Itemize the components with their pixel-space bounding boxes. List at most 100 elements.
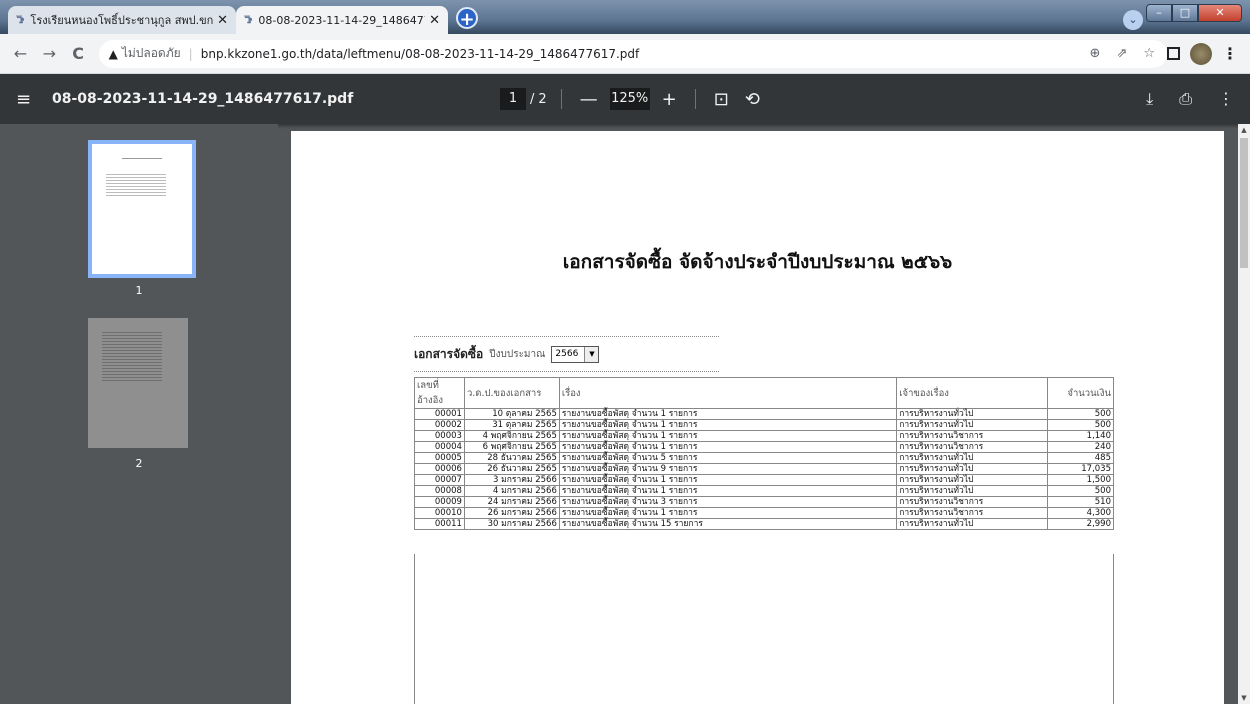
share-icon[interactable]: ⇗ <box>1116 46 1127 61</box>
cell-owner: การบริหารงานทั่วไป <box>896 419 1049 431</box>
cell-amount: 1,140 <box>1047 430 1114 442</box>
cell-date: 26 ธันวาคม 2565 <box>463 463 560 475</box>
thumbnail-label-1: 1 <box>135 284 143 297</box>
cell-owner: การบริหารงานวิชาการ <box>896 441 1049 453</box>
url-text[interactable]: bnp.kkzone1.go.th/data/leftmenu/08-08-20… <box>201 47 640 61</box>
close-tab-icon[interactable]: ✕ <box>429 13 440 28</box>
zoom-icon[interactable]: ⊕ <box>1090 46 1101 61</box>
back-icon[interactable]: ← <box>6 44 35 63</box>
tab-school-site[interactable]: ꔥ โรงเรียนหนองโพธิ์ประชานุกูล สพป.ขก. ✕ <box>8 6 236 34</box>
cell-amount: 17,035 <box>1047 463 1114 475</box>
close-tab-icon[interactable]: ✕ <box>217 13 228 28</box>
school-favicon-icon: ꔥ <box>244 14 253 26</box>
thumbnail-table <box>106 174 166 198</box>
thumbnail-line <box>122 158 162 159</box>
cell-date: 31 ตุลาคม 2565 <box>463 419 560 431</box>
scrollbar[interactable]: ▲ ▼ <box>1238 124 1250 704</box>
warning-icon[interactable]: ▲ <box>109 47 118 61</box>
page-thumbnail-2[interactable] <box>88 318 188 448</box>
header-owner: เจ้าของเรื่อง <box>896 377 1049 409</box>
table-row: 00009 24 มกราคม 2566 รายงานขอซื้อพัสดุ จำน… <box>414 496 1114 508</box>
menu-icon[interactable]: ≡ <box>16 89 52 110</box>
divider <box>560 89 562 109</box>
cell-date: 30 มกราคม 2566 <box>463 518 560 530</box>
window-controls: – □ ✕ <box>1146 4 1242 22</box>
cell-amount: 1,500 <box>1047 474 1114 486</box>
cell-owner: การบริหารงานทั่วไป <box>896 463 1049 475</box>
table-row: 00010 26 มกราคม 2566 รายงานขอซื้อพัสดุ จำน… <box>414 507 1114 519</box>
minimize-button[interactable]: – <box>1146 4 1172 22</box>
cell-owner: การบริหารงานวิชาการ <box>896 507 1049 519</box>
forward-icon[interactable]: → <box>35 44 64 63</box>
zoom-in-button[interactable]: + <box>662 89 677 110</box>
cell-ref: 00002 <box>414 419 465 431</box>
table-row: 00001 10 ตุลาคม 2565 รายงานขอซื้อพัสดุ จำน… <box>414 408 1114 420</box>
table-row: 00007 3 มกราคม 2566 รายงานขอซื้อพัสดุ จำนว… <box>414 474 1114 486</box>
cell-subject: รายงานขอซื้อพัสดุ จำนวน 5 รายการ <box>558 452 898 464</box>
new-tab-button[interactable]: + <box>456 7 478 30</box>
browser-menu-icon[interactable]: ⋮ <box>1222 44 1238 63</box>
scroll-down-icon[interactable]: ▼ <box>1238 694 1250 702</box>
tab-pdf[interactable]: ꔥ 08-08-2023-11-14-29_14864776 ✕ <box>236 6 448 34</box>
fit-page-icon[interactable]: ⊡ <box>714 89 729 110</box>
side-panel-icon[interactable] <box>1167 47 1181 60</box>
cell-date: 4 มกราคม 2566 <box>463 485 560 497</box>
table-row: 00004 6 พฤศจิกายน 2565 รายงานขอซื้อพัสดุ จ… <box>414 441 1114 453</box>
table-row: 00008 4 มกราคม 2566 รายงานขอซื้อพัสดุ จำนว… <box>414 485 1114 497</box>
table-row: 00003 4 พฤศจิกายน 2565 รายงานขอซื้อพัสดุ จ… <box>414 430 1114 442</box>
page-number-input[interactable]: 1 <box>500 88 526 110</box>
cell-subject: รายงานขอซื้อพัสดุ จำนวน 1 รายการ <box>558 419 898 431</box>
cell-owner: การบริหารงานทั่วไป <box>896 452 1049 464</box>
scroll-up-icon[interactable]: ▲ <box>1238 126 1250 134</box>
thumbnail-table <box>102 332 162 382</box>
pdf-actions: ⤓ ⎙ ⋮ <box>1146 89 1234 109</box>
address-bar[interactable]: ▲ ไม่ปลอดภัย | bnp.kkzone1.go.th/data/le… <box>98 39 1168 68</box>
zoom-out-button[interactable]: — <box>580 89 598 110</box>
print-icon[interactable]: ⎙ <box>1179 89 1192 109</box>
pdf-page: เอกสารจัดซื้อ จัดจ้างประจำปีงบประมาณ ๒๕๖… <box>291 131 1224 704</box>
total-pages: 2 <box>538 91 547 107</box>
reload-icon[interactable]: C <box>64 44 93 63</box>
table-header-row: เลขที่อ้างอิง ว.ด.ป.ของเอกสาร เรื่อง เจ้… <box>414 377 1114 409</box>
table-empty-area <box>414 554 1114 704</box>
close-window-button[interactable]: ✕ <box>1198 4 1242 22</box>
zoom-input[interactable]: 125% <box>609 88 650 110</box>
star-icon[interactable]: ☆ <box>1143 46 1155 61</box>
header-date: ว.ด.ป.ของเอกสาร <box>463 377 560 409</box>
cell-owner: การบริหารงานทั่วไป <box>896 474 1049 486</box>
cell-ref: 00009 <box>414 496 465 508</box>
cell-amount: 500 <box>1047 408 1114 420</box>
tab-strip: ꔥ โรงเรียนหนองโพธิ์ประชานุกูล สพป.ขก. ✕ … <box>0 0 1250 34</box>
year-label: ปีงบประมาณ <box>489 348 546 360</box>
chevron-down-icon[interactable]: ⌄ <box>1123 10 1143 30</box>
cell-date: 26 มกราคม 2566 <box>463 507 560 519</box>
cell-ref: 00008 <box>414 485 465 497</box>
table-row: 00006 26 ธันวาคม 2565 รายงานขอซื้อพัสดุ จำ… <box>414 463 1114 475</box>
cell-subject: รายงานขอซื้อพัสดุ จำนวน 1 รายการ <box>558 430 898 442</box>
cell-owner: การบริหารงานทั่วไป <box>896 485 1049 497</box>
page-thumbnail-1[interactable] <box>88 140 196 278</box>
procurement-table: เลขที่อ้างอิง ว.ด.ป.ของเอกสาร เรื่อง เจ้… <box>414 377 1114 530</box>
cell-owner: การบริหารงานวิชาการ <box>896 430 1049 442</box>
avatar[interactable] <box>1190 42 1213 65</box>
toolbar-right: ⋮ <box>1167 42 1250 65</box>
page-separator: / <box>530 91 535 107</box>
more-options-icon[interactable]: ⋮ <box>1218 89 1234 109</box>
cell-date: 3 มกราคม 2566 <box>463 474 560 486</box>
pdf-toolbar: ≡ 08-08-2023-11-14-29_1486477617.pdf 1 /… <box>0 74 1250 124</box>
download-icon[interactable]: ⤓ <box>1146 89 1153 109</box>
security-status[interactable]: ไม่ปลอดภัย <box>122 44 181 63</box>
header-ref: เลขที่อ้างอิง <box>414 377 465 409</box>
maximize-button[interactable]: □ <box>1172 4 1198 22</box>
year-select[interactable]: 2566 ▼ <box>551 345 600 363</box>
rotate-icon[interactable]: ⟲ <box>745 89 760 110</box>
header-amount: จำนวนเงิน <box>1047 377 1114 409</box>
scrollbar-thumb[interactable] <box>1240 138 1248 268</box>
tab-title: โรงเรียนหนองโพธิ์ประชานุกูล สพป.ขก. <box>30 14 214 27</box>
filter-label: เอกสารจัดซื้อ <box>414 346 484 361</box>
header-subject: เรื่อง <box>558 377 898 409</box>
tab-title: 08-08-2023-11-14-29_14864776 <box>258 13 426 27</box>
table-row: 00011 30 มกราคม 2566 รายงานขอซื้อพัสดุ จำน… <box>414 518 1114 530</box>
cell-subject: รายงานขอซื้อพัสดุ จำนวน 1 รายการ <box>558 507 898 519</box>
thumbnail-sidebar: 1 2 <box>0 124 278 704</box>
